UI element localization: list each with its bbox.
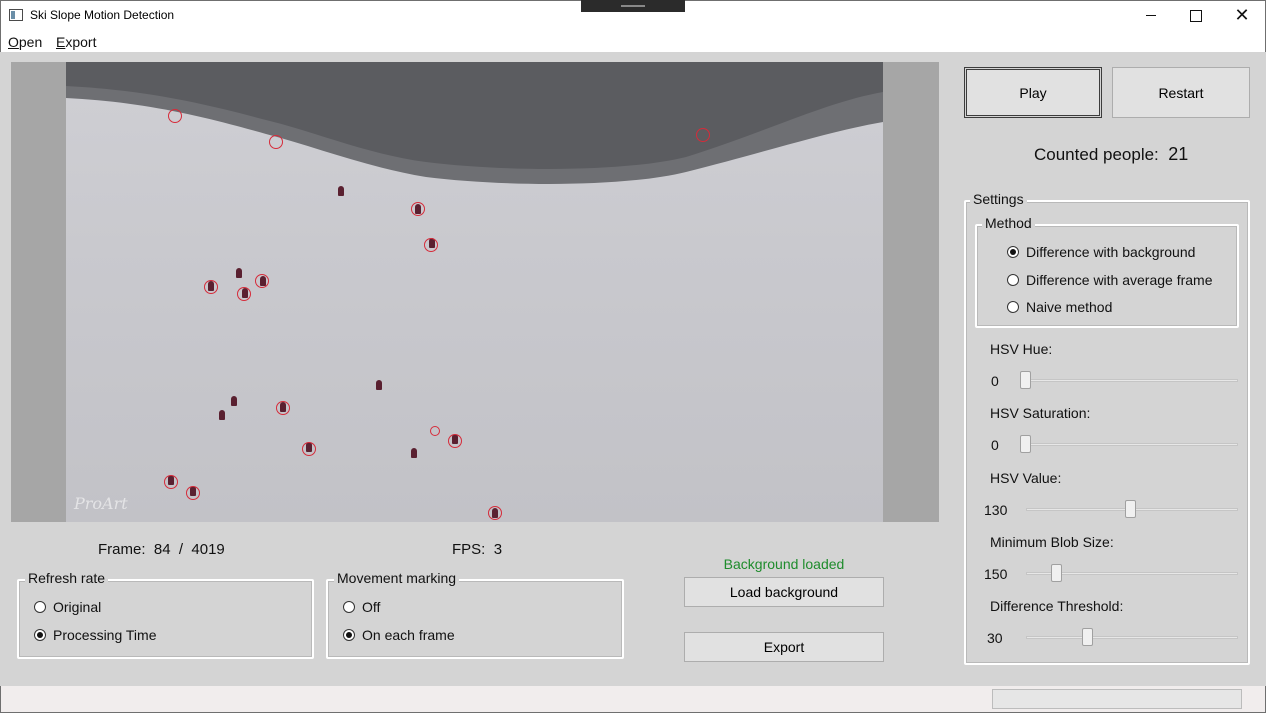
frame-label: Frame: (98, 541, 146, 558)
method-option-background[interactable]: Difference with background (1007, 244, 1195, 260)
radio-icon[interactable] (343, 601, 355, 613)
background-status: Background loaded (723, 556, 845, 572)
hsv-hue-label: HSV Hue: (990, 341, 1053, 357)
people-counter: Counted people: 21 (1034, 144, 1188, 165)
load-background-button[interactable]: Load background (684, 577, 884, 607)
option-label: Processing Time (53, 627, 157, 643)
hsv-saturation-track[interactable] (1026, 443, 1238, 446)
hsv-saturation-thumb[interactable] (1020, 435, 1031, 453)
menu-bar (0, 31, 1266, 52)
hsv-hue-track[interactable] (1026, 379, 1238, 382)
marking-option-each-frame[interactable]: On each frame (343, 627, 455, 643)
app-icon (9, 9, 23, 21)
method-title: Method (982, 215, 1035, 231)
method-option-naive[interactable]: Naive method (1007, 299, 1112, 315)
video-panel: ProArt (11, 62, 939, 522)
restart-button[interactable]: Restart (1112, 67, 1250, 118)
hsv-value-value: 130 (984, 502, 1008, 518)
method-group: Method Difference with background Differ… (975, 215, 1239, 328)
marking-option-off[interactable]: Off (343, 599, 380, 615)
counter-value: 21 (1168, 144, 1189, 164)
refresh-rate-title: Refresh rate (25, 570, 109, 586)
export-button[interactable]: Export (684, 632, 884, 662)
play-button[interactable]: Play (964, 67, 1102, 118)
maximize-icon[interactable] (1173, 0, 1219, 31)
hsv-hue-value: 0 (991, 373, 999, 389)
refresh-option-processing-time[interactable]: Processing Time (34, 627, 156, 643)
snap-handle[interactable] (581, 0, 685, 12)
min-blob-size-label: Minimum Blob Size: (990, 534, 1114, 550)
difference-threshold-value: 30 (987, 630, 1003, 646)
min-blob-size-value: 150 (984, 566, 1008, 582)
frame-current: 84 (153, 541, 171, 558)
option-label: On each frame (362, 627, 455, 643)
difference-threshold-label: Difference Threshold: (990, 598, 1124, 614)
hsv-value-thumb[interactable] (1125, 500, 1137, 518)
window-title: Ski Slope Motion Detection (30, 8, 175, 22)
radio-checked-icon[interactable] (1007, 246, 1019, 258)
option-label: Original (53, 599, 102, 615)
settings-title: Settings (970, 191, 1027, 207)
counter-label: Counted people: (1034, 145, 1159, 164)
movement-marking-title: Movement marking (334, 570, 460, 586)
hsv-saturation-value: 0 (991, 437, 999, 453)
menu-open[interactable]: Open (8, 34, 42, 50)
hsv-hue-thumb[interactable] (1020, 371, 1031, 389)
option-label: Off (362, 599, 381, 615)
refresh-option-original[interactable]: Original (34, 599, 101, 615)
menu-export[interactable]: Export (56, 34, 96, 50)
progress-bar (992, 689, 1242, 709)
option-label: Naive method (1026, 299, 1113, 315)
difference-threshold-thumb[interactable] (1081, 628, 1093, 646)
refresh-rate-group: Refresh rate Original Processing Time (17, 570, 314, 659)
option-label: Difference with average frame (1026, 272, 1213, 288)
fps-counter: FPS: 3 (452, 541, 502, 558)
video-watermark: ProArt (74, 494, 128, 513)
frame-total: 4019 (191, 541, 225, 558)
min-blob-size-thumb[interactable] (1050, 564, 1062, 582)
video-frame: ProArt (66, 62, 883, 522)
fps-label: FPS: (452, 541, 486, 558)
radio-icon[interactable] (34, 601, 46, 613)
close-icon[interactable]: ✕ (1219, 0, 1265, 31)
radio-icon[interactable] (1007, 274, 1019, 286)
movement-marking-group: Movement marking Off On each frame (326, 570, 624, 659)
difference-threshold-track[interactable] (1026, 636, 1238, 639)
fps-value: 3 (493, 541, 503, 558)
option-label: Difference with background (1026, 244, 1196, 260)
frame-counter: Frame: 84 / 4019 (98, 541, 225, 558)
frame-separator: / (178, 541, 184, 558)
minimize-icon[interactable] (1128, 0, 1174, 31)
hsv-value-label: HSV Value: (990, 470, 1062, 486)
hsv-saturation-label: HSV Saturation: (990, 405, 1091, 421)
radio-checked-icon[interactable] (343, 629, 355, 641)
forest-image (66, 62, 883, 184)
radio-checked-icon[interactable] (34, 629, 46, 641)
radio-icon[interactable] (1007, 301, 1019, 313)
method-option-average-frame[interactable]: Difference with average frame (1007, 272, 1213, 288)
